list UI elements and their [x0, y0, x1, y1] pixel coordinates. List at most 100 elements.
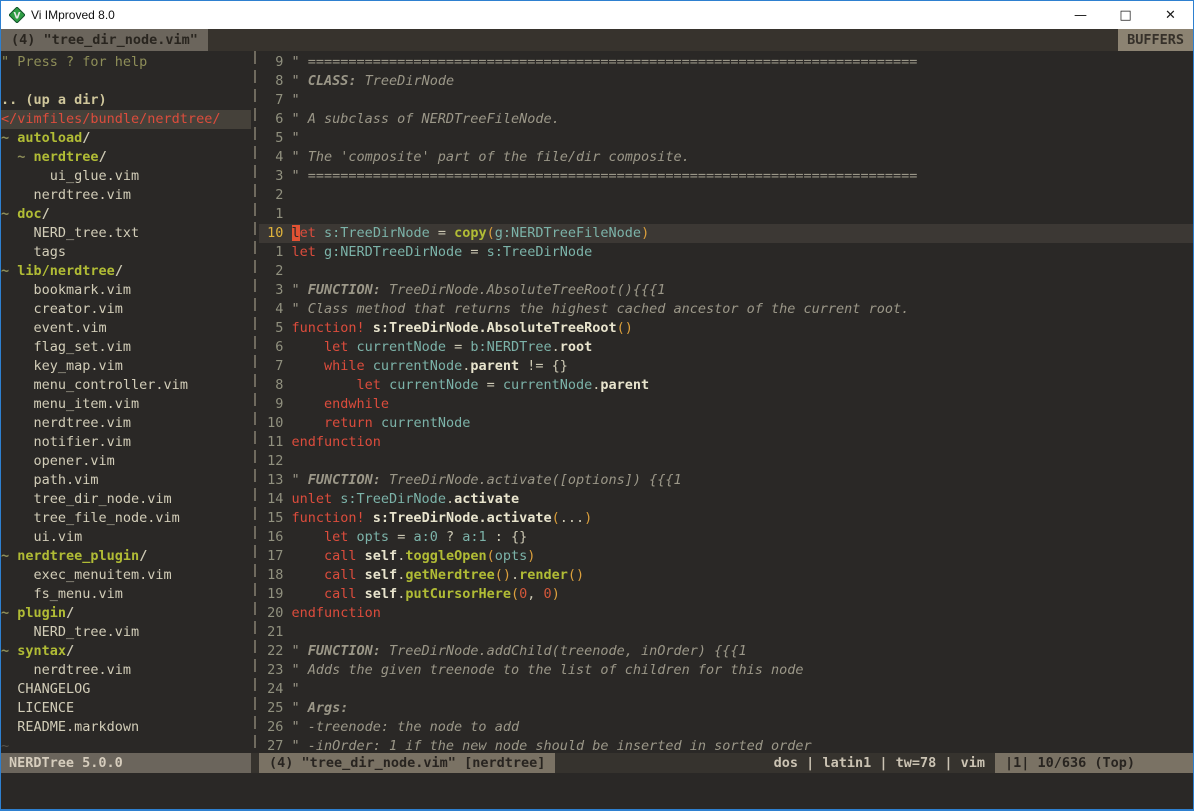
- vertical-split-separator[interactable]: [251, 51, 259, 753]
- tree-item-dir[interactable]: ~ autoload/: [1, 129, 251, 148]
- code-line[interactable]: 10 return currentNode: [259, 414, 1193, 433]
- line-number: 9: [259, 395, 283, 414]
- code-line[interactable]: 14unlet s:TreeDirNode.activate: [259, 490, 1193, 509]
- tree-item-file[interactable]: ui_glue.vim: [1, 167, 251, 186]
- tree-item-root[interactable]: </vimfiles/bundle/nerdtree/: [1, 110, 251, 129]
- line-number: 3: [259, 167, 283, 186]
- code-line[interactable]: 7 while currentNode.parent != {}: [259, 357, 1193, 376]
- window-title: Vi IMproved 8.0: [31, 8, 115, 22]
- code-line[interactable]: 1let g:NERDTreeDirNode = s:TreeDirNode: [259, 243, 1193, 262]
- tree-item-file[interactable]: nerdtree.vim: [1, 414, 251, 433]
- code-line[interactable]: 4" The 'composite' part of the file/dir …: [259, 148, 1193, 167]
- tree-item-file[interactable]: creator.vim: [1, 300, 251, 319]
- code-line[interactable]: 9" =====================================…: [259, 53, 1193, 72]
- tree-item-file[interactable]: nerdtree.vim: [1, 186, 251, 205]
- tree-item-dir[interactable]: ~ lib/nerdtree/: [1, 262, 251, 281]
- tree-item-dir[interactable]: ~ nerdtree/: [1, 148, 251, 167]
- code-line[interactable]: 5function! s:TreeDirNode.AbsoluteTreeRoo…: [259, 319, 1193, 338]
- tree-item-file[interactable]: bookmark.vim: [1, 281, 251, 300]
- tree-item-dir[interactable]: ~ plugin/: [1, 604, 251, 623]
- tree-item-file[interactable]: path.vim: [1, 471, 251, 490]
- tree-item-file[interactable]: menu_controller.vim: [1, 376, 251, 395]
- code-line[interactable]: 24": [259, 680, 1193, 699]
- tabline-filler: [208, 29, 1118, 51]
- close-button[interactable]: ✕: [1148, 1, 1193, 29]
- tree-item-help[interactable]: " Press ? for help: [1, 53, 251, 72]
- line-number: 22: [259, 642, 283, 661]
- buffers-label: BUFFERS: [1118, 29, 1193, 51]
- code-line[interactable]: 2: [259, 262, 1193, 281]
- tree-item-file[interactable]: tree_file_node.vim: [1, 509, 251, 528]
- code-line[interactable]: 3" =====================================…: [259, 167, 1193, 186]
- code-line[interactable]: 6 let currentNode = b:NERDTree.root: [259, 338, 1193, 357]
- code-line[interactable]: 16 let opts = a:0 ? a:1 : {}: [259, 528, 1193, 547]
- line-number: 25: [259, 699, 283, 718]
- line-number: 14: [259, 490, 283, 509]
- code-line[interactable]: 22" FUNCTION: TreeDirNode.addChild(treen…: [259, 642, 1193, 661]
- tree-item-file[interactable]: key_map.vim: [1, 357, 251, 376]
- nerdtree-panel[interactable]: " Press ? for help .. (up a dir)</vimfil…: [1, 51, 251, 753]
- command-line[interactable]: [1, 773, 1193, 809]
- code-line[interactable]: 3" FUNCTION: TreeDirNode.AbsoluteTreeRoo…: [259, 281, 1193, 300]
- code-line[interactable]: 27" -inOrder: 1 if the new node should b…: [259, 737, 1193, 753]
- tree-item-file[interactable]: LICENCE: [1, 699, 251, 718]
- editor-panel[interactable]: 9" =====================================…: [259, 51, 1193, 753]
- line-number: 26: [259, 718, 283, 737]
- tree-item-file[interactable]: NERD_tree.vim: [1, 623, 251, 642]
- tree-item-file[interactable]: tags: [1, 243, 251, 262]
- code-line[interactable]: 6" A subclass of NERDTreeFileNode.: [259, 110, 1193, 129]
- line-number: 8: [259, 72, 283, 91]
- maximize-button[interactable]: □: [1103, 1, 1148, 29]
- code-line[interactable]: 4" Class method that returns the highest…: [259, 300, 1193, 319]
- tree-item-file[interactable]: opener.vim: [1, 452, 251, 471]
- code-line[interactable]: 11endfunction: [259, 433, 1193, 452]
- code-line[interactable]: 23" Adds the given treenode to the list …: [259, 661, 1193, 680]
- code-line[interactable]: 26" -treenode: the node to add: [259, 718, 1193, 737]
- tree-item-file[interactable]: menu_item.vim: [1, 395, 251, 414]
- minimize-button[interactable]: —: [1058, 1, 1103, 29]
- code-line[interactable]: 7": [259, 91, 1193, 110]
- code-line[interactable]: 20endfunction: [259, 604, 1193, 623]
- tree-item-dir[interactable]: ~ doc/: [1, 205, 251, 224]
- tree-item-file[interactable]: NERD_tree.txt: [1, 224, 251, 243]
- code-line[interactable]: 17 call self.toggleOpen(opts): [259, 547, 1193, 566]
- code-line[interactable]: 12: [259, 452, 1193, 471]
- statusline-buffer: (4) "tree_dir_node.vim" [nerdtree]: [259, 753, 555, 773]
- code-line-current[interactable]: 10let s:TreeDirNode = copy(g:NERDTreeFil…: [259, 224, 1193, 243]
- line-number: 6: [259, 110, 283, 129]
- statusline: NERDTree 5.0.0 (4) "tree_dir_node.vim" […: [1, 753, 1193, 773]
- code-line[interactable]: 8 let currentNode = currentNode.parent: [259, 376, 1193, 395]
- vim-window: V Vi IMproved 8.0 — □ ✕ (4) "tree_dir_no…: [0, 0, 1194, 811]
- tree-item-dir[interactable]: ~ syntax/: [1, 642, 251, 661]
- line-number: 12: [259, 452, 283, 471]
- tree-item-dir[interactable]: ~ nerdtree_plugin/: [1, 547, 251, 566]
- code-line[interactable]: 21: [259, 623, 1193, 642]
- line-number: 11: [259, 433, 283, 452]
- tree-item-file[interactable]: fs_menu.vim: [1, 585, 251, 604]
- code-line[interactable]: 2: [259, 186, 1193, 205]
- code-line[interactable]: 8" CLASS: TreeDirNode: [259, 72, 1193, 91]
- main-area: " Press ? for help .. (up a dir)</vimfil…: [1, 51, 1193, 753]
- code-line[interactable]: 1: [259, 205, 1193, 224]
- window-controls: — □ ✕: [1058, 1, 1193, 29]
- tree-item-up[interactable]: .. (up a dir): [1, 91, 251, 110]
- code-line[interactable]: 13" FUNCTION: TreeDirNode.activate([opti…: [259, 471, 1193, 490]
- tree-item-file[interactable]: nerdtree.vim: [1, 661, 251, 680]
- code-line[interactable]: 25" Args:: [259, 699, 1193, 718]
- code-line[interactable]: 19 call self.putCursorHere(0, 0): [259, 585, 1193, 604]
- code-line[interactable]: 15function! s:TreeDirNode.activate(...): [259, 509, 1193, 528]
- tree-item-file[interactable]: ui.vim: [1, 528, 251, 547]
- tree-item-file[interactable]: README.markdown: [1, 718, 251, 737]
- line-number: 2: [259, 186, 283, 205]
- tree-item-file[interactable]: notifier.vim: [1, 433, 251, 452]
- tree-item-file[interactable]: CHANGELOG: [1, 680, 251, 699]
- tree-item-file[interactable]: event.vim: [1, 319, 251, 338]
- vim-icon: V: [9, 7, 25, 23]
- code-line[interactable]: 9 endwhile: [259, 395, 1193, 414]
- code-line[interactable]: 18 call self.getNerdtree().render(): [259, 566, 1193, 585]
- tree-item-file[interactable]: tree_dir_node.vim: [1, 490, 251, 509]
- tree-item-file[interactable]: exec_menuitem.vim: [1, 566, 251, 585]
- tab-active[interactable]: (4) "tree_dir_node.vim": [1, 29, 208, 51]
- tree-item-file[interactable]: flag_set.vim: [1, 338, 251, 357]
- code-line[interactable]: 5": [259, 129, 1193, 148]
